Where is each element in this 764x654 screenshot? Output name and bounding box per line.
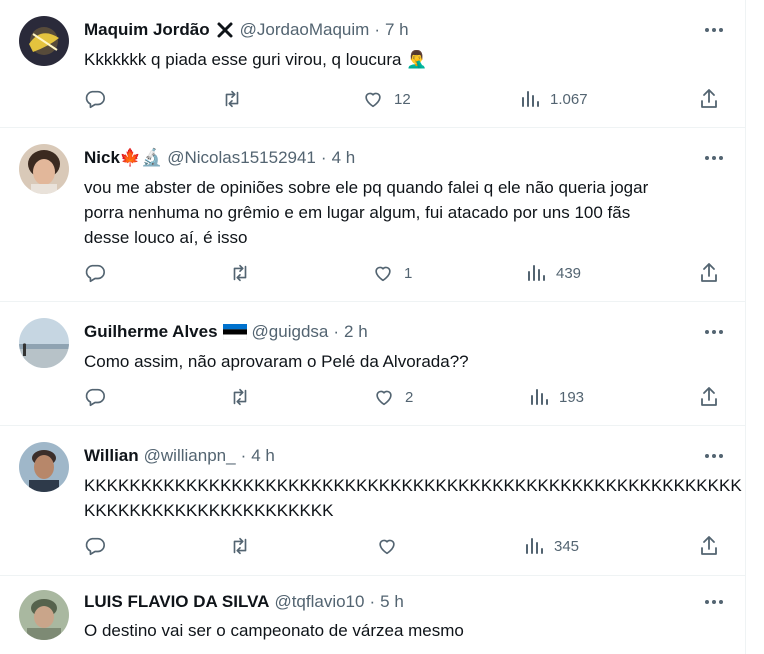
display-name[interactable]: LUIS FLAVIO DA SILVA	[84, 592, 269, 612]
user-handle[interactable]: @willianpn_	[144, 446, 236, 466]
timestamp[interactable]: 4 h	[251, 446, 275, 466]
like-count: 12	[394, 90, 411, 108]
tweet-header: Guilherme Alves @guigdsa · 2 h	[84, 321, 684, 343]
retweet-button[interactable]	[228, 261, 252, 285]
tweet[interactable]: LUIS FLAVIO DA SILVA @tqflavio10 · 5 h O…	[0, 576, 745, 654]
reply-icon	[84, 386, 106, 408]
retweet-button[interactable]	[228, 385, 252, 409]
timestamp[interactable]: 7 h	[385, 20, 409, 40]
views-button[interactable]: 1.067	[520, 87, 588, 111]
share-button[interactable]	[699, 87, 719, 111]
tweet-text: KKKKKKKKKKKKKKKKKKKKKKKKKKKKKKKKKKKKKKKK…	[84, 476, 742, 520]
separator: ·	[240, 446, 247, 465]
tweet-text: Kkkkkkk q piada esse guri virou, q loucu…	[84, 50, 428, 69]
separator: ·	[320, 148, 327, 167]
retweet-button[interactable]	[220, 87, 244, 111]
like-icon	[372, 262, 394, 284]
views-count: 1.067	[550, 90, 588, 108]
user-handle[interactable]: @Nicolas15152941	[167, 148, 316, 168]
retweet-button[interactable]	[228, 534, 252, 558]
more-horizontal-icon[interactable]	[703, 22, 725, 38]
share-icon	[699, 88, 719, 110]
views-icon	[529, 387, 549, 407]
reply-button[interactable]	[84, 385, 106, 409]
reply-icon	[84, 262, 106, 284]
more-horizontal-icon[interactable]	[703, 594, 725, 610]
tweet[interactable]: Maquim Jordão @JordaoMaquim · 7 h Kkkkkk…	[0, 0, 745, 128]
like-icon	[373, 386, 395, 408]
reply-icon	[84, 535, 106, 557]
like-button[interactable]: 12	[362, 87, 411, 111]
tweet-header: Maquim Jordão @JordaoMaquim · 7 h	[84, 19, 684, 41]
reply-feed: Maquim Jordão @JordaoMaquim · 7 h Kkkkkk…	[0, 0, 746, 654]
tweet-actions: 1 439	[0, 261, 745, 285]
tweet-text: O destino vai ser o campeonato de várzea…	[84, 621, 464, 640]
tweet-header: Nick🍁🔬 @Nicolas15152941 · 4 h	[84, 147, 684, 169]
views-count: 345	[554, 537, 580, 555]
user-handle[interactable]: @JordaoMaquim	[240, 20, 370, 40]
like-button[interactable]	[376, 534, 398, 558]
reply-icon	[84, 88, 106, 110]
display-name[interactable]: Guilherme Alves	[84, 322, 218, 342]
more-horizontal-icon[interactable]	[703, 150, 725, 166]
views-button[interactable]: 345	[524, 534, 579, 558]
like-icon	[376, 535, 398, 557]
like-button[interactable]: 2	[373, 385, 413, 409]
share-icon	[699, 262, 719, 284]
views-count: 193	[559, 388, 585, 406]
views-icon	[524, 536, 544, 556]
views-icon	[520, 89, 540, 109]
views-button[interactable]: 193	[529, 385, 584, 409]
user-handle[interactable]: @guigdsa	[252, 322, 329, 342]
retweet-icon	[220, 88, 244, 110]
views-icon	[526, 263, 546, 283]
x-mark-badge-icon	[215, 20, 235, 40]
reply-button[interactable]	[84, 261, 106, 285]
separator: ·	[369, 592, 376, 611]
retweet-icon	[228, 262, 252, 284]
share-button[interactable]	[699, 534, 719, 558]
tweet[interactable]: Guilherme Alves @guigdsa · 2 h Como assi…	[0, 302, 745, 426]
display-name[interactable]: Nick🍁🔬	[84, 148, 162, 168]
tweet[interactable]: Nick🍁🔬 @Nicolas15152941 · 4 h vou me abs…	[0, 128, 745, 302]
more-horizontal-icon[interactable]	[703, 324, 725, 340]
more-horizontal-icon[interactable]	[703, 448, 725, 464]
like-icon	[362, 88, 384, 110]
like-button[interactable]: 1	[372, 261, 412, 285]
like-count: 2	[405, 388, 414, 406]
views-button[interactable]: 439	[526, 261, 581, 285]
separator: ·	[374, 20, 380, 39]
timestamp[interactable]: 4 h	[332, 148, 356, 168]
tweet[interactable]: Willian @willianpn_ · 4 h KKKKKKKKKKKKKK…	[0, 426, 745, 576]
timestamp[interactable]: 2 h	[344, 322, 368, 342]
user-handle[interactable]: @tqflavio10	[274, 592, 364, 612]
share-icon	[699, 535, 719, 557]
avatar[interactable]	[19, 442, 69, 492]
share-button[interactable]	[699, 261, 719, 285]
tweet-text: Como assim, não aprovaram o Pelé da Alvo…	[84, 352, 469, 371]
estonia-flag-icon	[222, 324, 247, 340]
avatar[interactable]	[19, 318, 69, 368]
tweet-actions: 345	[0, 534, 745, 558]
avatar[interactable]	[19, 590, 69, 640]
reply-button[interactable]	[84, 87, 106, 111]
tweet-actions: 2 193	[0, 385, 745, 409]
views-count: 439	[556, 264, 582, 282]
share-icon	[699, 386, 719, 408]
like-count: 1	[404, 264, 413, 282]
display-name[interactable]: Maquim Jordão	[84, 20, 210, 40]
avatar[interactable]	[19, 16, 69, 66]
retweet-icon	[228, 386, 252, 408]
avatar[interactable]	[19, 144, 69, 194]
tweet-text: vou me abster de opiniões sobre ele pq q…	[84, 178, 649, 247]
retweet-icon	[228, 535, 252, 557]
tweet-header: Willian @willianpn_ · 4 h	[84, 445, 684, 467]
reply-button[interactable]	[84, 534, 106, 558]
separator: ·	[333, 322, 340, 341]
tweet-header: LUIS FLAVIO DA SILVA @tqflavio10 · 5 h	[84, 591, 684, 613]
timestamp[interactable]: 5 h	[380, 592, 404, 612]
share-button[interactable]	[699, 385, 719, 409]
display-name[interactable]: Willian	[84, 446, 139, 466]
tweet-actions: 12 1.067	[0, 87, 745, 111]
